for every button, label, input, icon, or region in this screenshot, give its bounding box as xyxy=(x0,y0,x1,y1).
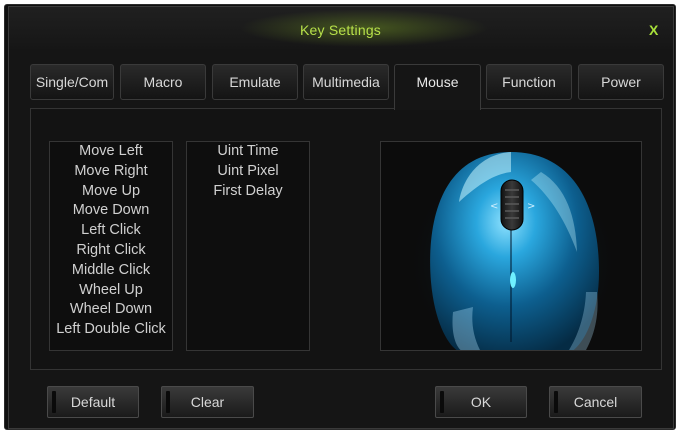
clear-button-label: Clear xyxy=(190,394,225,410)
svg-text:<: < xyxy=(490,201,498,212)
mouse-preview: < > xyxy=(380,141,642,351)
cancel-button[interactable]: Cancel xyxy=(549,386,642,418)
close-icon[interactable]: X xyxy=(649,22,658,38)
list-item-move-up[interactable]: Move Up xyxy=(50,182,172,202)
ok-button-label: OK xyxy=(470,394,492,410)
tab-macro[interactable]: Macro xyxy=(120,64,206,100)
list-item-wheel-up[interactable]: Wheel Up xyxy=(50,281,172,301)
list-item-move-left[interactable]: Move Left xyxy=(50,142,172,162)
tab-multimedia[interactable]: Multimedia xyxy=(303,64,389,100)
list-item-first-delay[interactable]: First Delay xyxy=(187,182,309,202)
list-item-left-click[interactable]: Left Click xyxy=(50,221,172,241)
tab-power[interactable]: Power xyxy=(578,64,664,100)
list-item-left-double-click[interactable]: Left Double Click xyxy=(50,320,172,340)
tab-emulate[interactable]: Emulate xyxy=(212,64,298,100)
list-item-uint-time[interactable]: Uint Time xyxy=(187,142,309,162)
list-item-middle-click[interactable]: Middle Click xyxy=(50,261,172,281)
tab-single-com[interactable]: Single/Com xyxy=(30,64,114,100)
tab-mouse[interactable]: Mouse xyxy=(394,64,481,110)
parameter-list[interactable]: Uint Time Uint Pixel First Delay xyxy=(186,141,310,351)
window-title: Key Settings xyxy=(300,22,381,38)
list-item-right-click[interactable]: Right Click xyxy=(50,241,172,261)
mouse-image: < > xyxy=(403,152,623,350)
list-item-move-down[interactable]: Move Down xyxy=(50,201,172,221)
list-item-move-right[interactable]: Move Right xyxy=(50,162,172,182)
list-item-uint-pixel[interactable]: Uint Pixel xyxy=(187,162,309,182)
ok-button[interactable]: OK xyxy=(435,386,527,418)
clear-button[interactable]: Clear xyxy=(161,386,254,418)
default-button[interactable]: Default xyxy=(47,386,139,418)
tab-function[interactable]: Function xyxy=(486,64,572,100)
cancel-button-label: Cancel xyxy=(573,394,618,410)
list-item-wheel-down[interactable]: Wheel Down xyxy=(50,300,172,320)
svg-text:>: > xyxy=(527,201,535,212)
mouse-action-list[interactable]: Move Left Move Right Move Up Move Down L… xyxy=(49,141,173,351)
default-button-label: Default xyxy=(70,394,116,410)
